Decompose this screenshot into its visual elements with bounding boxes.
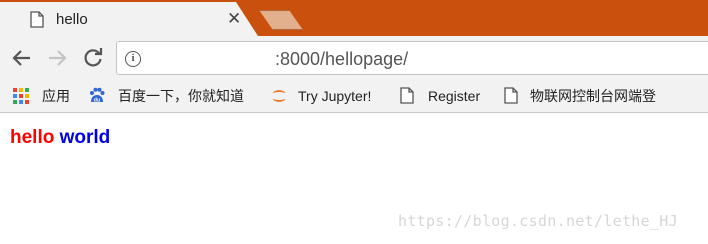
jupyter-icon <box>272 90 286 102</box>
bookmark-label: Register <box>428 88 481 104</box>
watermark: https://blog.csdn.net/lethe_HJ <box>398 212 678 230</box>
apps-grid-icon <box>13 88 29 104</box>
reload-icon[interactable] <box>82 47 104 69</box>
back-arrow-icon[interactable] <box>11 47 33 69</box>
bookmark-apps[interactable]: 应用 <box>12 80 74 112</box>
address-bar[interactable]: i :8000/hellopage/ <box>116 41 708 75</box>
bookmark-try-jupyter[interactable]: Try Jupyter! <box>270 80 386 112</box>
page-icon <box>504 87 518 104</box>
close-icon[interactable]: ✕ <box>227 10 241 28</box>
url-text[interactable]: :8000/hellopage/ <box>275 49 408 69</box>
world-text: world <box>59 127 111 148</box>
bookmark-iot-console[interactable]: 物联网控制台网端登 <box>504 80 674 112</box>
new-tab-button[interactable] <box>259 10 303 30</box>
bookmark-label: 百度一下，你就知道 <box>118 88 244 104</box>
page-icon <box>30 11 44 28</box>
tab-hello[interactable]: hello ✕ <box>0 2 258 36</box>
page-content: hello world <box>10 127 110 149</box>
baidu-paw-icon: du <box>90 87 105 104</box>
bookmarks-bar: 应用 du 百度一下，你就知道 Try Jupyter! Register 物联… <box>0 80 708 113</box>
svg-text:du: du <box>94 98 101 104</box>
hello-text: hello <box>10 127 55 148</box>
bookmark-register[interactable]: Register <box>400 80 492 112</box>
bookmark-label: Try Jupyter! <box>298 88 372 104</box>
tab-title: hello <box>56 11 88 28</box>
page-icon <box>400 87 414 104</box>
tab-strip: hello ✕ <box>0 0 708 36</box>
bookmark-baidu[interactable]: du 百度一下，你就知道 <box>88 80 258 112</box>
toolbar: i :8000/hellopage/ <box>0 36 708 80</box>
bookmark-label: 应用 <box>42 88 70 104</box>
forward-arrow-icon[interactable] <box>46 47 68 69</box>
info-icon[interactable]: i <box>125 51 141 67</box>
bookmark-label: 物联网控制台网端登 <box>530 88 656 104</box>
